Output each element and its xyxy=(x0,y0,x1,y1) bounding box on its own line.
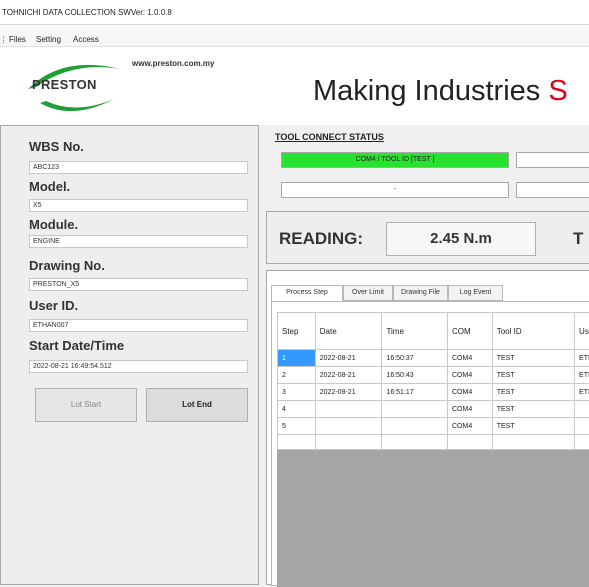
lot-start-button[interactable]: Lot Start xyxy=(35,388,137,422)
cell-user[interactable] xyxy=(575,418,589,435)
wbs-label: WBS No. xyxy=(29,139,84,154)
cell-com[interactable]: COM4 xyxy=(448,350,493,367)
banner-title: Making Industries S xyxy=(313,75,568,108)
module-label: Module. xyxy=(29,217,78,232)
title-bar: TOHNICHI DATA COLLECTION SWVer: 1.0.0.8 xyxy=(0,0,589,25)
menu-files[interactable]: Files xyxy=(9,35,26,44)
reading-label: READING: xyxy=(279,229,363,249)
table-row[interactable]: 2 2022-08-21 16:50:43 COM4 TEST ETI xyxy=(278,367,589,384)
menu-grip-icon xyxy=(3,36,5,43)
cell-time[interactable] xyxy=(382,418,448,435)
cell-com[interactable]: COM4 xyxy=(448,367,493,384)
cell-empty[interactable] xyxy=(448,435,493,450)
user-id-label: User ID. xyxy=(29,298,78,313)
cell-tool-id[interactable]: TEST xyxy=(492,418,574,435)
preston-logo: PRESTON xyxy=(22,59,130,123)
cell-step[interactable]: 4 xyxy=(278,401,316,418)
tool-secondary-status-2 xyxy=(516,182,589,198)
cell-empty[interactable] xyxy=(575,435,589,450)
tool-connection-status: COM4 / TOOL ID [TEST ] xyxy=(281,152,509,168)
cell-time[interactable]: 16:50:43 xyxy=(382,367,448,384)
cell-empty[interactable] xyxy=(382,435,448,450)
cell-empty[interactable] xyxy=(278,435,316,450)
cell-step[interactable]: 1 xyxy=(278,350,316,367)
lot-end-button[interactable]: Lot End xyxy=(146,388,248,422)
header-banner: PRESTON www.preston.com.my Making Indust… xyxy=(0,47,589,125)
start-datetime-field[interactable]: 2022-08-21 16:49:54.512 xyxy=(29,360,248,373)
records-panel: Process Step Over Limit Drawing File Log… xyxy=(266,270,589,585)
table-row[interactable]: 5 COM4 TEST xyxy=(278,418,589,435)
job-info-panel: WBS No. ABC123 Model. X5 Module. ENGINE … xyxy=(0,125,259,585)
logo-text: PRESTON xyxy=(32,77,97,92)
cell-date[interactable] xyxy=(315,418,382,435)
tool-connection-status-2 xyxy=(516,152,589,168)
cell-empty[interactable] xyxy=(315,435,382,450)
start-datetime-label: Start Date/Time xyxy=(29,338,124,353)
menu-bar: Files Setting Access xyxy=(0,25,589,47)
cell-user[interactable]: ETI xyxy=(575,384,589,401)
reading-panel: READING: 2.45 N.m T xyxy=(266,211,589,264)
cell-tool-id[interactable]: TEST xyxy=(492,401,574,418)
cell-time[interactable]: 16:51:17 xyxy=(382,384,448,401)
tab-over-limit[interactable]: Over Limit xyxy=(343,285,393,301)
cell-time[interactable]: 16:50:37 xyxy=(382,350,448,367)
column-header-step[interactable]: Step xyxy=(278,313,316,350)
wbs-field[interactable]: ABC123 xyxy=(29,161,248,174)
cell-step[interactable]: 2 xyxy=(278,367,316,384)
user-id-field[interactable]: ETHAN007 xyxy=(29,319,248,332)
menu-access[interactable]: Access xyxy=(73,35,99,44)
window-title: TOHNICHI DATA COLLECTION SWVer: 1.0.0.8 xyxy=(2,8,172,17)
website-url: www.preston.com.my xyxy=(132,59,214,68)
banner-title-accent: S xyxy=(548,75,567,107)
cell-step[interactable]: 5 xyxy=(278,418,316,435)
cell-time[interactable] xyxy=(382,401,448,418)
cell-com[interactable]: COM4 xyxy=(448,418,493,435)
cell-user[interactable] xyxy=(575,401,589,418)
reading-value: 2.45 N.m xyxy=(386,222,536,256)
cell-user[interactable]: ETI xyxy=(575,350,589,367)
table-header-row: Step Date Time COM Tool ID Us xyxy=(278,313,589,350)
column-header-com[interactable]: COM xyxy=(448,313,493,350)
cell-date[interactable]: 2022-08-21 xyxy=(315,367,382,384)
table-row[interactable]: 4 COM4 TEST xyxy=(278,401,589,418)
cell-date[interactable] xyxy=(315,401,382,418)
column-header-date[interactable]: Date xyxy=(315,313,382,350)
cell-user[interactable]: ETI xyxy=(575,367,589,384)
cell-date[interactable]: 2022-08-21 xyxy=(315,384,382,401)
table-new-row[interactable] xyxy=(278,435,589,450)
cell-empty[interactable] xyxy=(492,435,574,450)
menu-setting[interactable]: Setting xyxy=(36,35,61,44)
column-header-user[interactable]: Us xyxy=(575,313,589,350)
cell-tool-id[interactable]: TEST xyxy=(492,367,574,384)
model-label: Model. xyxy=(29,179,70,194)
cell-com[interactable]: COM4 xyxy=(448,401,493,418)
cell-com[interactable]: COM4 xyxy=(448,384,493,401)
module-field[interactable]: ENGINE xyxy=(29,235,248,248)
tab-drawing-file[interactable]: Drawing File xyxy=(393,285,448,301)
table-row[interactable]: 1 2022-08-21 16:50:37 COM4 TEST ETI xyxy=(278,350,589,367)
process-step-grid[interactable]: Step Date Time COM Tool ID Us 1 2022-08-… xyxy=(277,312,589,587)
tool-secondary-status: - xyxy=(281,182,509,198)
drawing-label: Drawing No. xyxy=(29,258,105,273)
cell-tool-id[interactable]: TEST xyxy=(492,350,574,367)
column-header-time[interactable]: Time xyxy=(382,313,448,350)
table-row[interactable]: 3 2022-08-21 16:51:17 COM4 TEST ETI xyxy=(278,384,589,401)
cell-date[interactable]: 2022-08-21 xyxy=(315,350,382,367)
model-field[interactable]: X5 xyxy=(29,199,248,212)
tab-process-step[interactable]: Process Step xyxy=(271,285,343,302)
process-step-tab-content: Step Date Time COM Tool ID Us 1 2022-08-… xyxy=(271,301,589,586)
cell-step[interactable]: 3 xyxy=(278,384,316,401)
reading-next-label: T xyxy=(573,229,583,249)
process-step-table: Step Date Time COM Tool ID Us 1 2022-08-… xyxy=(277,312,589,450)
column-header-tool-id[interactable]: Tool ID xyxy=(492,313,574,350)
tool-connect-status-heading: TOOL CONNECT STATUS xyxy=(275,132,384,142)
drawing-field[interactable]: PRESTON_X5 xyxy=(29,278,248,291)
cell-tool-id[interactable]: TEST xyxy=(492,384,574,401)
tab-log-event[interactable]: Log Event xyxy=(448,285,503,301)
banner-title-main: Making Industries xyxy=(313,75,548,107)
